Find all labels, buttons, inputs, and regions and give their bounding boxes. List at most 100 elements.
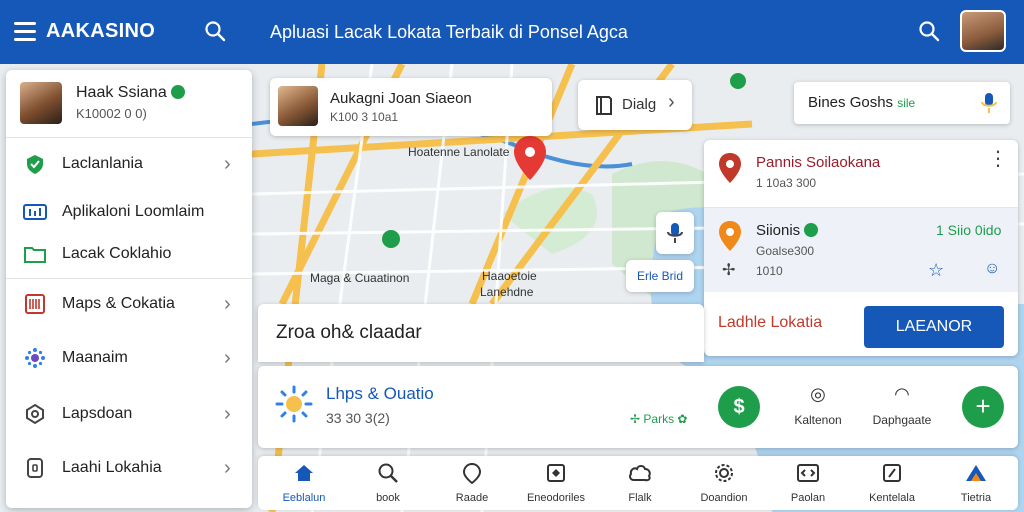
search-icon[interactable] bbox=[204, 20, 226, 42]
nav-label: Eneodoriles bbox=[526, 492, 586, 504]
folder-icon bbox=[22, 241, 48, 267]
place-row-selected[interactable]: Siionis Goalse300 1010 ✢ 1 Siio 0ido ☆ ☺ bbox=[704, 208, 1018, 292]
search-tag: sile bbox=[897, 96, 916, 110]
search-icon bbox=[346, 462, 430, 486]
place-panel: Pannis Soilaokana 1 10a3 300 ⋮ Siionis G… bbox=[704, 140, 1018, 356]
shield-icon bbox=[22, 151, 48, 177]
chart-icon bbox=[22, 199, 48, 225]
dollar-button[interactable]: $ bbox=[718, 386, 760, 428]
avatar bbox=[278, 86, 318, 126]
star-icon[interactable]: ☆ bbox=[928, 260, 944, 281]
nav-label: Paolan bbox=[790, 492, 826, 504]
nav-item-4[interactable]: Flalk bbox=[598, 462, 682, 508]
add-button[interactable]: + bbox=[962, 386, 1004, 428]
nav-label: Doandion bbox=[700, 492, 748, 504]
action-row: Ladhle Lokatia LAEANOR bbox=[704, 292, 1018, 356]
nav-item-2[interactable]: Raade bbox=[430, 462, 514, 508]
location-card[interactable]: Aukagni Joan Siaeon K100 3 10a1 bbox=[270, 78, 552, 136]
nav-item-0[interactable]: Eeblalun bbox=[262, 462, 346, 508]
nav-item-3[interactable]: Eneodoriles bbox=[514, 462, 598, 508]
voice-button[interactable] bbox=[656, 212, 694, 254]
mountain-icon bbox=[934, 462, 1018, 486]
drawer-item-2[interactable]: Lacak Coklahio bbox=[6, 234, 252, 274]
chevron-right-icon: › bbox=[668, 91, 675, 113]
edit-button[interactable]: Erle Brid bbox=[626, 260, 694, 292]
home-icon bbox=[262, 462, 346, 486]
divider bbox=[6, 278, 252, 279]
map-label: Hoatenne Lanolate bbox=[408, 145, 510, 159]
pin-icon bbox=[430, 462, 514, 486]
place-title: Pannis Soilaokana bbox=[756, 154, 881, 171]
nav-label: Tietria bbox=[960, 492, 992, 504]
page-title: Apluasi Lacak Lokata Terbaik di Ponsel A… bbox=[270, 22, 628, 42]
drawer-item-label: Laclanlania bbox=[62, 155, 143, 172]
drawer-item-5[interactable]: Lapsdoan › bbox=[6, 394, 252, 434]
place-sub: 1 10a3 300 bbox=[756, 176, 817, 190]
nav-item-8[interactable]: Tietria bbox=[934, 462, 1018, 508]
action-button[interactable]: ◎ Kaltenon bbox=[778, 384, 858, 427]
avatar[interactable] bbox=[960, 10, 1006, 52]
app-brand: AAKASINO bbox=[46, 20, 156, 42]
location-name: Aukagni Joan Siaeon bbox=[330, 90, 472, 107]
more-vert-icon[interactable]: ⋮ bbox=[988, 149, 1008, 169]
sun-icon bbox=[275, 385, 313, 423]
mic-icon bbox=[667, 223, 683, 243]
search-icon[interactable] bbox=[918, 20, 940, 42]
map-search-bar[interactable]: Bines Goshs sile bbox=[794, 82, 1010, 124]
place-row[interactable]: Pannis Soilaokana 1 10a3 300 ⋮ bbox=[704, 140, 1018, 208]
plus-icon[interactable]: ✢ bbox=[722, 260, 735, 280]
place-sub: Goalse300 bbox=[756, 244, 815, 258]
drawer-item-label: Aplikaloni Loomlaim bbox=[62, 203, 205, 220]
drawer-item-label: Maps & Cokatia bbox=[62, 295, 175, 312]
bottom-navigation: Eeblalun book Raade Eneodoriles Flalk Do… bbox=[258, 456, 1018, 510]
mic-icon[interactable] bbox=[980, 92, 998, 114]
nav-item-6[interactable]: Paolan bbox=[766, 462, 850, 508]
gauge-icon: ◠ bbox=[894, 384, 910, 404]
avatar[interactable] bbox=[20, 82, 62, 124]
drawer-item-label: Laahi Lokahia bbox=[62, 459, 162, 476]
place-title-row: Siionis bbox=[756, 222, 819, 239]
action-button[interactable]: ◠ Daphgaate bbox=[862, 384, 942, 427]
nav-item-5[interactable]: Doandion bbox=[682, 462, 766, 508]
drawer-item-0[interactable]: Laclanlania › bbox=[6, 144, 252, 184]
nav-item-7[interactable]: Kentelala bbox=[850, 462, 934, 508]
place-sub2: 1010 bbox=[756, 264, 783, 278]
nav-item-1[interactable]: book bbox=[346, 462, 430, 508]
parks-label: Parks bbox=[643, 412, 675, 426]
grid-icon bbox=[514, 462, 598, 486]
map-label: Lanehdne bbox=[480, 285, 534, 299]
drawer-header: Haak Ssiana K10002 0 0) bbox=[6, 70, 252, 138]
chevron-right-icon: › bbox=[224, 292, 231, 315]
chevron-right-icon: › bbox=[224, 402, 231, 425]
map-label: Haaoetoie bbox=[482, 269, 537, 283]
edit-label: Erle Brid bbox=[636, 269, 683, 283]
search-text: Bines Goshs sile bbox=[808, 94, 915, 111]
drawer-item-6[interactable]: Laahi Lokahia › bbox=[6, 448, 252, 488]
parks-link[interactable]: ✢ Parks ✿ bbox=[630, 412, 687, 426]
nav-label: Kentelala bbox=[869, 492, 915, 504]
chevron-right-icon: › bbox=[224, 456, 231, 479]
drawer-item-label: Maanaim bbox=[62, 349, 128, 366]
app-info-card[interactable]: Lhps & Ouatio 33 30 3(2) ✢ Parks ✿ $ ◎ K… bbox=[258, 366, 1018, 448]
dialog-button[interactable]: Dialg › bbox=[578, 80, 692, 130]
drawer-item-1[interactable]: Aplikaloni Loomlaim bbox=[6, 192, 252, 232]
action-label: Ladhle Lokatia bbox=[718, 314, 823, 331]
place-value: 1 Siio 0ido bbox=[936, 222, 1002, 238]
code-icon bbox=[766, 462, 850, 486]
edit-icon bbox=[850, 462, 934, 486]
menu-icon[interactable] bbox=[14, 22, 36, 42]
phone-icon bbox=[22, 455, 48, 481]
flower-icon bbox=[22, 345, 48, 371]
primary-button[interactable]: LAEANOR bbox=[864, 306, 1004, 348]
drawer-item-4[interactable]: Maanaim › bbox=[6, 338, 252, 378]
chevron-right-icon: › bbox=[224, 346, 231, 369]
nav-label: Eeblalun bbox=[282, 492, 326, 504]
cloud-icon bbox=[598, 462, 682, 486]
top-app-bar: AAKASINO Apluasi Lacak Lokata Terbaik di… bbox=[0, 0, 1024, 64]
drawer-item-3[interactable]: Maps & Cokatia › bbox=[6, 284, 252, 324]
nav-label: Raade bbox=[455, 492, 489, 504]
book-icon bbox=[596, 96, 612, 115]
section-header-card: Zroa oh& claadar bbox=[258, 304, 704, 362]
smile-icon[interactable]: ☺ bbox=[984, 260, 1000, 278]
navigation-drawer: Haak Ssiana K10002 0 0) Laclanlania › Ap… bbox=[6, 70, 252, 508]
